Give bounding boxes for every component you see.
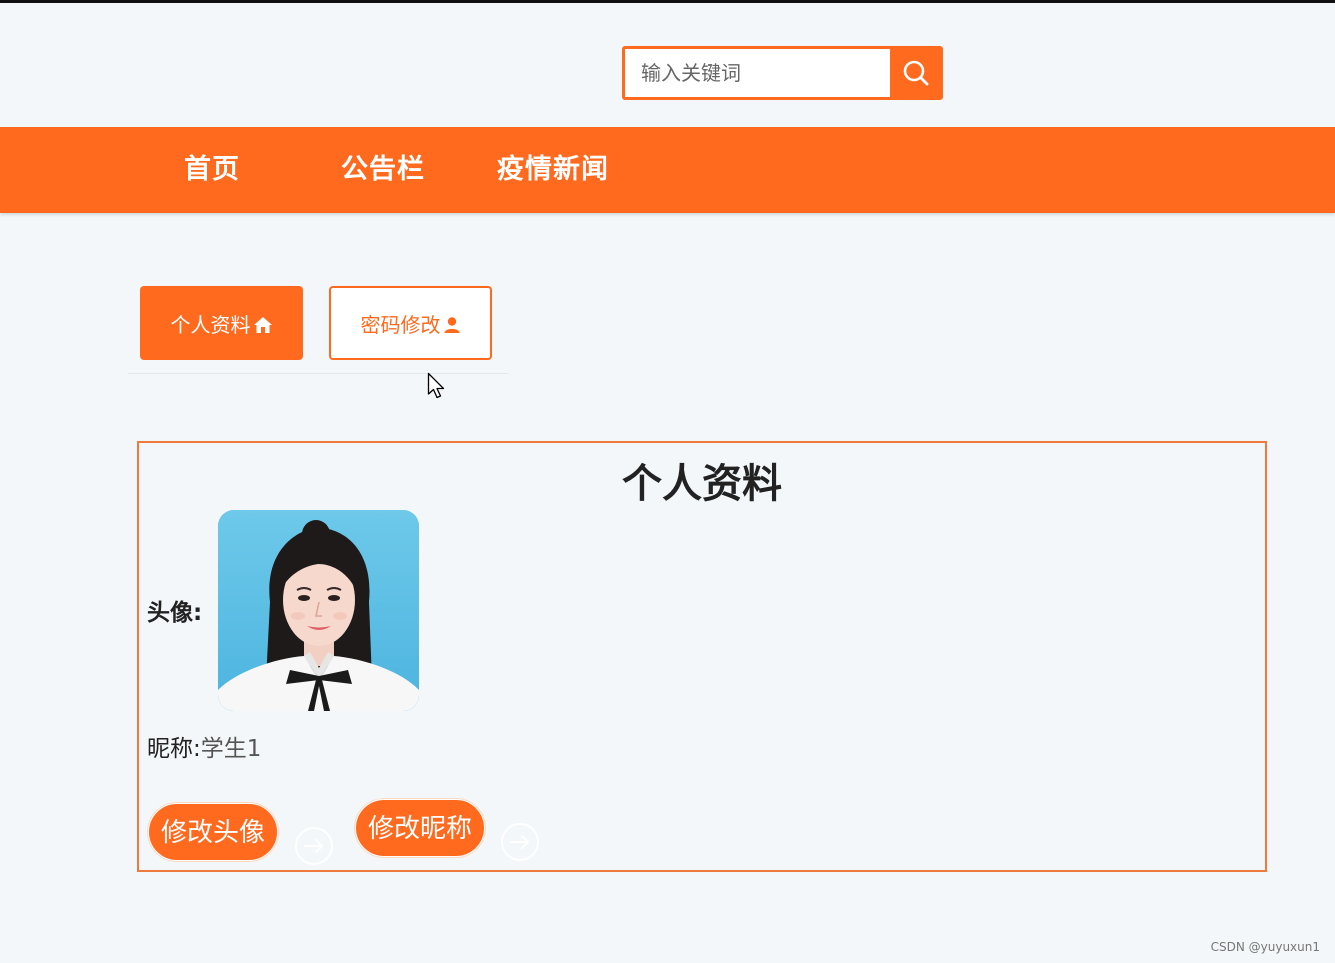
home-icon [253,317,272,333]
tab-password-label: 密码修改 [360,312,441,337]
nickname-row: 昵称:学生1 [147,729,261,763]
nickname-value: 学生1 [200,736,262,762]
tab-profile-label: 个人资料 [170,312,251,337]
avatar [218,510,419,711]
nav-item-home[interactable]: 首页 [184,127,240,213]
edit-avatar-button[interactable]: 修改头像 [148,803,278,861]
nickname-label: 昵称: [147,736,201,762]
edit-nickname-button[interactable]: 修改昵称 [355,799,485,857]
search-icon [903,60,928,86]
search-button[interactable] [890,49,941,97]
profile-panel: 个人资料 头像: 昵称:学生1 修改头像 修改昵称 [137,441,1267,872]
search-input[interactable] [625,49,890,97]
main-nav: 首页 公告栏 疫情新闻 [0,127,1335,213]
nav-item-notices[interactable]: 公告栏 [341,127,425,213]
search-box [622,46,943,100]
tab-divider [128,373,508,374]
nav-item-epidemic-news[interactable]: 疫情新闻 [497,127,609,213]
watermark: CSDN @yuyuxun1 [1210,940,1320,954]
tab-profile[interactable]: 个人资料 [140,286,303,360]
mouse-cursor-icon [427,372,445,399]
user-icon [444,317,459,333]
avatar-label: 头像: [147,600,203,626]
arrow-right-circle-icon [501,823,539,861]
profile-title: 个人资料 [622,461,782,507]
arrow-right-circle-icon [295,827,333,865]
top-border [0,0,1335,3]
tab-password[interactable]: 密码修改 [329,286,492,360]
